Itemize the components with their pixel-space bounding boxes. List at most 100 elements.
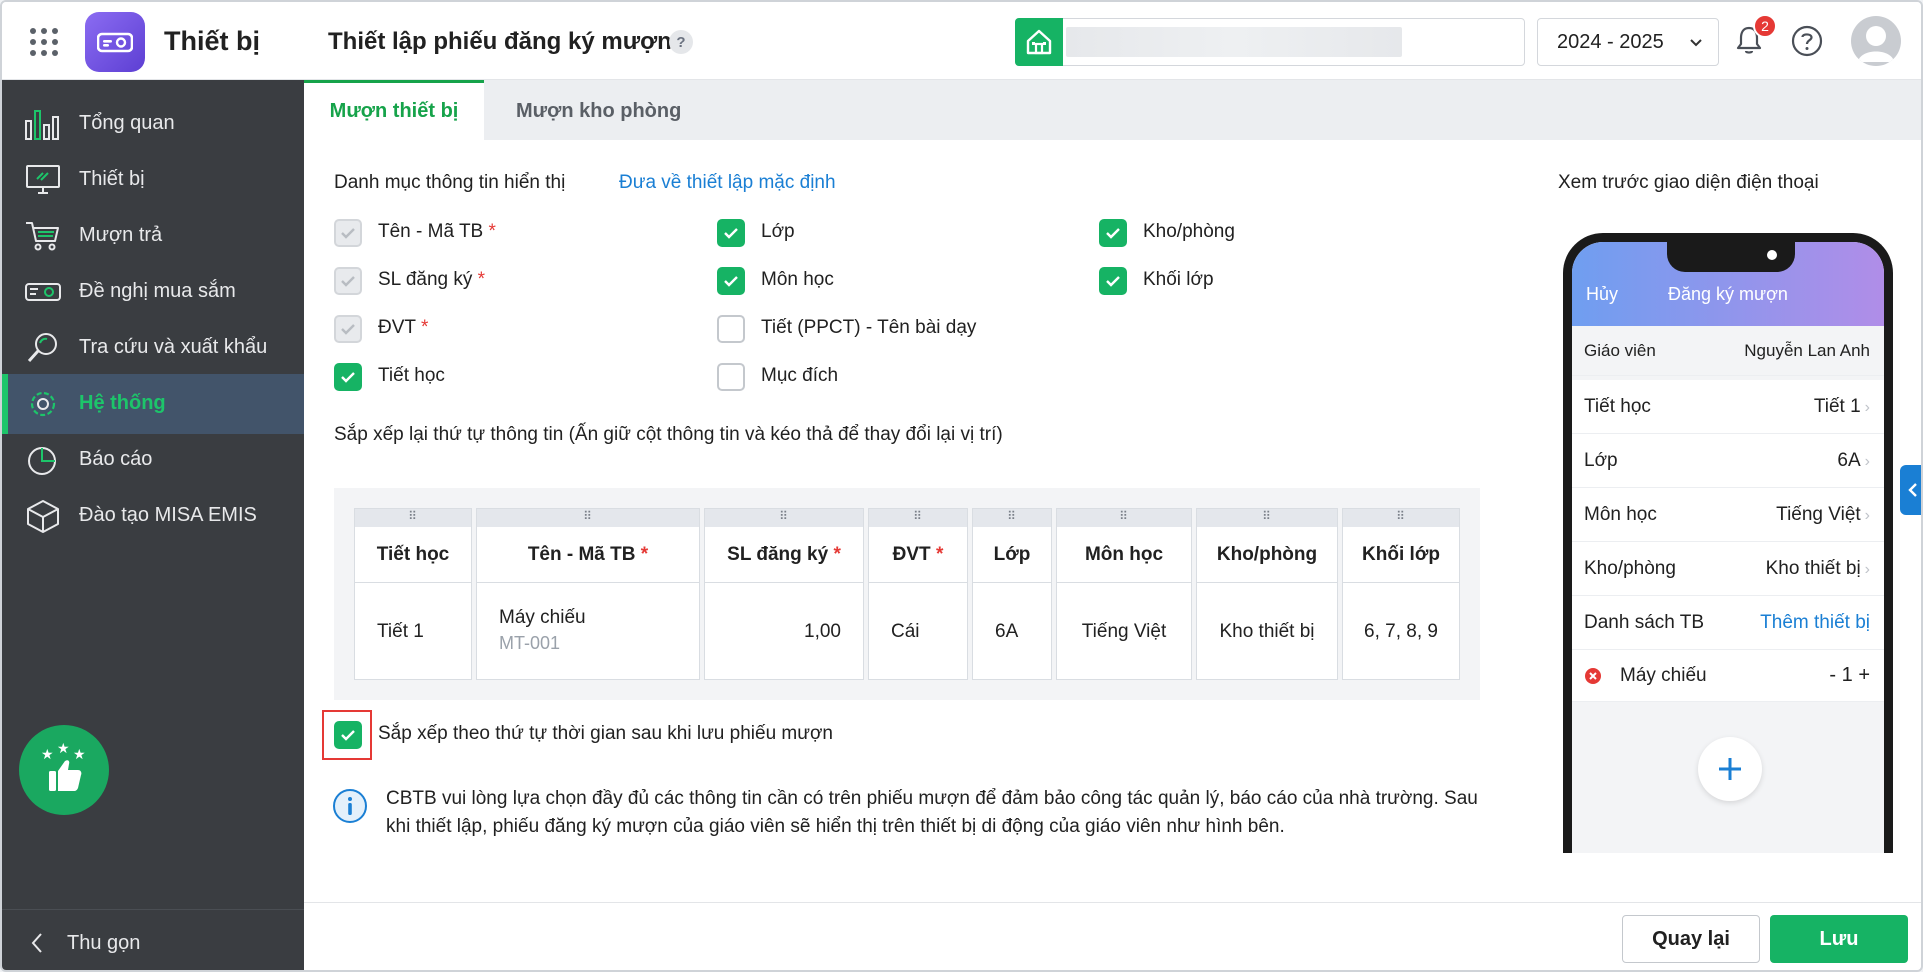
checkbox-tiet-hoc[interactable]: [334, 363, 362, 391]
phone-title: Đăng ký mượn: [1668, 284, 1788, 304]
drag-handle-icon[interactable]: ⠿: [355, 509, 471, 527]
cart-icon: [26, 222, 59, 251]
checkbox-tiet-ppct[interactable]: [717, 315, 745, 343]
check-icon: [341, 324, 355, 335]
side-panel-toggle[interactable]: [1900, 465, 1921, 515]
help-icon[interactable]: [1790, 24, 1824, 58]
drag-handle-icon[interactable]: ⠿: [705, 509, 863, 527]
column-header: ĐVT *: [869, 527, 967, 583]
field-label-khoi-lop: Khối lớp: [1143, 269, 1214, 290]
draggable-column-dvt[interactable]: ⠿ ĐVT * Cái: [868, 508, 968, 680]
back-button[interactable]: Quay lại: [1622, 915, 1760, 963]
save-button[interactable]: Lưu: [1770, 915, 1908, 963]
drag-handle-icon[interactable]: ⠿: [1197, 509, 1337, 527]
reset-default-link[interactable]: Đưa về thiết lập mặc định: [619, 172, 836, 194]
draggable-column-kho-phong[interactable]: ⠿ Kho/phòng Kho thiết bị: [1196, 508, 1338, 680]
sidebar-item-reports[interactable]: Báo cáo: [2, 430, 304, 490]
draggable-column-ten-ma-tb[interactable]: ⠿ Tên - Mã TB * Máy chiếu MT-001: [476, 508, 700, 680]
school-selector[interactable]: [1015, 18, 1525, 66]
checkbox-khoi-lop[interactable]: [1099, 267, 1127, 295]
sort-instructions: Sắp xếp lại thứ tự thông tin (Ấn giữ cột…: [334, 424, 1003, 445]
draggable-column-sl-dang-ky[interactable]: ⠿ SL đăng ký * 1,00: [704, 508, 864, 680]
draggable-column-lop[interactable]: ⠿ Lớp 6A: [972, 508, 1052, 680]
app-window: Thiết bị Thiết lập phiếu đăng ký mượn ? …: [0, 0, 1923, 972]
column-header: Tên - Mã TB *: [477, 527, 699, 583]
feedback-button[interactable]: ★ ★ ★: [19, 725, 109, 815]
remove-icon: [1585, 668, 1601, 684]
plus-icon: [1719, 758, 1741, 780]
sidebar-item-devices[interactable]: Thiết bị: [2, 150, 304, 210]
phone-preview-panel: Xem trước giao diện điện thoại Hủy Đăng …: [1528, 140, 1908, 902]
draggable-column-mon-hoc[interactable]: ⠿ Môn học Tiếng Việt: [1056, 508, 1192, 680]
checkbox-ten-ma-tb: [334, 219, 362, 247]
checkbox-auto-sort[interactable]: [334, 721, 362, 749]
drag-handle-icon[interactable]: ⠿: [1343, 509, 1459, 527]
field-label-tiet-ppct: Tiết (PPCT) - Tên bài dạy: [761, 317, 977, 338]
tab-borrow-equipment[interactable]: Mượn thiết bị: [304, 80, 484, 140]
cell-value: 6, 7, 8, 9: [1364, 621, 1438, 642]
user-avatar[interactable]: [1851, 16, 1901, 66]
apps-grid-icon[interactable]: [30, 28, 58, 56]
checkbox-kho-phong[interactable]: [1099, 219, 1127, 247]
device-code: MT-001: [499, 633, 561, 653]
pie-chart-icon: [28, 447, 56, 475]
monitor-icon: [26, 165, 60, 194]
title-help-icon[interactable]: ?: [669, 30, 693, 54]
row-value: Tiếng Việt ›: [1776, 504, 1870, 525]
sidebar: Tổng quan Thiết bị Mượn trả Đề nghị mua …: [2, 80, 304, 970]
cell-value: Máy chiếu MT-001: [477, 583, 699, 681]
sidebar-item-label: Thiết bị: [79, 168, 145, 190]
sidebar-item-training[interactable]: Đào tạo MISA EMIS: [2, 486, 304, 546]
collapse-sidebar-button[interactable]: Thu gọn: [2, 909, 304, 970]
tab-borrow-room[interactable]: Mượn kho phòng: [516, 80, 681, 140]
svg-text:★: ★: [73, 747, 86, 763]
chevron-left-icon: [1907, 483, 1917, 497]
page-title: Thiết lập phiếu đăng ký mượn: [328, 28, 672, 55]
check-icon: [341, 276, 355, 287]
drag-handle-icon[interactable]: ⠿: [477, 509, 699, 527]
drag-handle-icon[interactable]: ⠿: [973, 509, 1051, 527]
phone-add-button: [1698, 737, 1762, 801]
preview-label: Xem trước giao diện điện thoại: [1558, 172, 1819, 193]
camera-dot: [1767, 250, 1777, 260]
row-label: Môn học: [1584, 504, 1657, 525]
chevron-right-icon: ›: [1864, 561, 1870, 578]
sidebar-item-borrow[interactable]: Mượn trả: [2, 206, 304, 266]
sidebar-item-overview[interactable]: Tổng quan: [2, 94, 304, 154]
checkbox-mon-hoc[interactable]: [717, 267, 745, 295]
projector-icon: [25, 283, 61, 301]
checkbox-dvt: [334, 315, 362, 343]
school-year-select[interactable]: 2024 - 2025: [1537, 18, 1719, 66]
chevron-right-icon: ›: [1864, 507, 1870, 524]
checkbox-muc-dich[interactable]: [717, 363, 745, 391]
field-label-kho-phong: Kho/phòng: [1143, 221, 1235, 242]
collapse-label: Thu gọn: [67, 932, 141, 954]
chevron-right-icon: ›: [1864, 399, 1870, 416]
sidebar-item-label: Đào tạo MISA EMIS: [79, 504, 257, 526]
field-label-ten-ma-tb: Tên - Mã TB *: [378, 221, 496, 242]
check-icon: [1106, 228, 1120, 239]
cell-value: 6A: [995, 621, 1019, 642]
app-name: Thiết bị: [164, 26, 260, 56]
check-icon: [724, 276, 738, 287]
chart-bars-icon: [25, 110, 59, 140]
info-icon: [333, 789, 367, 823]
checkbox-sl-dang-ky: [334, 267, 362, 295]
field-label-sl-dang-ky: SL đăng ký *: [378, 269, 486, 290]
sidebar-item-lookup[interactable]: Tra cứu và xuất khẩu: [2, 318, 304, 378]
checkbox-lop[interactable]: [717, 219, 745, 247]
chevron-down-icon: [1690, 39, 1702, 47]
top-header: Thiết bị Thiết lập phiếu đăng ký mượn ? …: [2, 2, 1921, 80]
drag-handle-icon[interactable]: ⠿: [1057, 509, 1191, 527]
draggable-column-tiet-hoc[interactable]: ⠿ Tiết học Tiết 1: [354, 508, 472, 680]
draggable-column-khoi-lop[interactable]: ⠿ Khối lớp 6, 7, 8, 9: [1342, 508, 1460, 680]
sidebar-item-purchase[interactable]: Đề nghị mua sắm: [2, 262, 304, 322]
sidebar-item-system[interactable]: Hệ thống: [2, 374, 304, 434]
drag-handle-icon[interactable]: ⠿: [869, 509, 967, 527]
check-icon: [341, 372, 355, 383]
check-icon: [341, 228, 355, 239]
search-icon: [27, 333, 57, 363]
cell-value: 1,00: [804, 621, 841, 642]
cell-value: Cái: [891, 621, 920, 642]
column-header: Kho/phòng: [1197, 527, 1337, 583]
